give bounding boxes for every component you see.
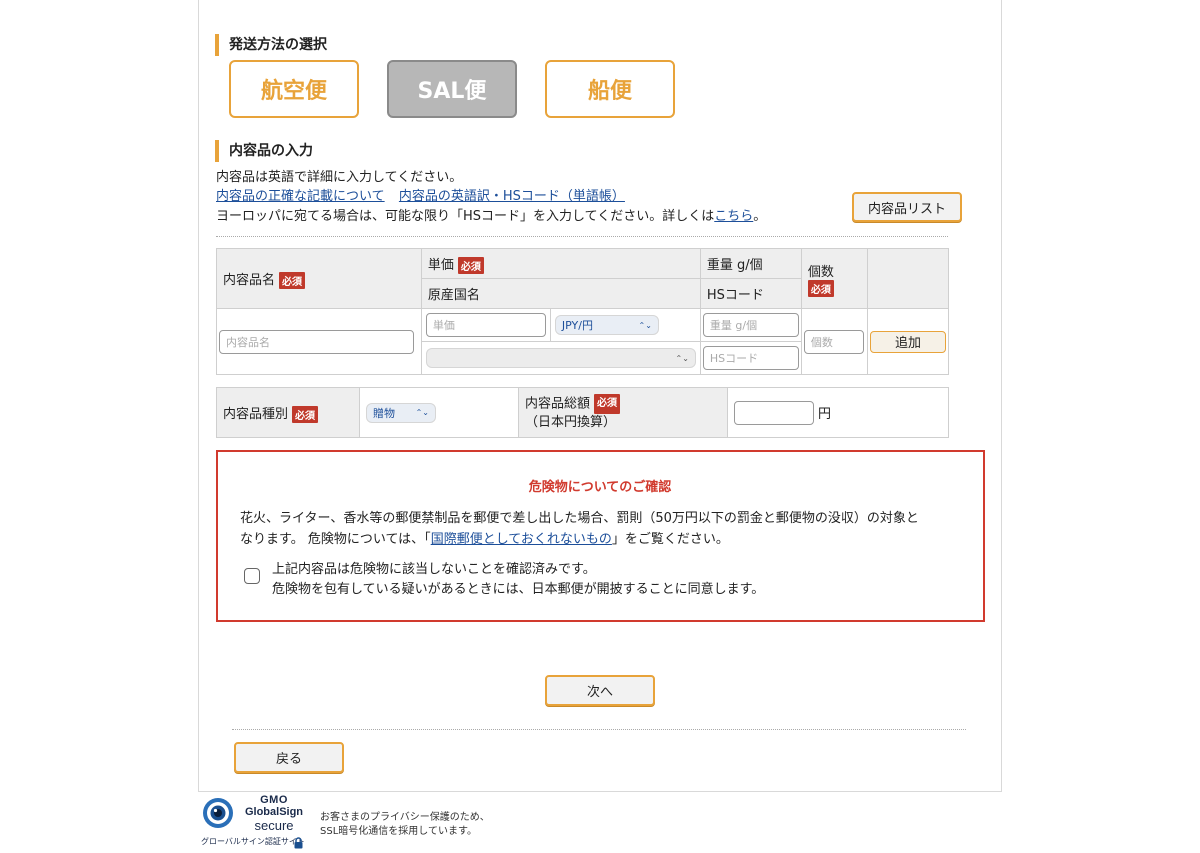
divider <box>216 236 948 237</box>
type-label-cell: 内容品種別 必須 <box>216 387 360 438</box>
total-label: 内容品総額 <box>525 396 591 411</box>
sal-mail-button: SAL便 <box>387 60 517 118</box>
next-button[interactable]: 次へ <box>545 675 655 706</box>
header-name: 内容品名 必須 <box>216 248 422 309</box>
europe-note: ヨーロッパに宛てる場合は、可能な限り「HSコード」を入力してください。詳しくはこ… <box>216 205 766 224</box>
warning-line2: なります。 危険物については、「国際郵便としておくれないもの」をご覧ください。 <box>240 528 729 547</box>
quantity-input[interactable]: 個数 <box>803 329 864 354</box>
prohibited-items-link[interactable]: 国際郵便としておくれないもの <box>431 532 612 547</box>
total-sublabel: （日本円換算） <box>525 414 617 430</box>
brand-bot: secure <box>254 818 294 833</box>
shipping-section-title: 発送方法の選択 <box>215 34 327 56</box>
globalsign-logo: GMO GlobalSign secure <box>238 794 310 833</box>
header-qty: 個数 必須 <box>800 248 868 309</box>
privacy-text-1: お客さまのプライバシー保護のため、 <box>320 812 490 823</box>
header-qty-label: 個数 <box>807 264 834 280</box>
add-button[interactable]: 追加 <box>869 330 946 353</box>
contents-list-button[interactable]: 内容品リスト <box>852 192 962 222</box>
summary-table: 内容品種別 必須 贈物 ⌃⌄ 内容品総額 必須 （日本円換算） 円 <box>216 387 949 438</box>
required-badge: 必須 <box>279 271 306 289</box>
required-badge: 必須 <box>594 393 621 414</box>
check-text-2: 危険物を包有している疑いがあるときには、日本郵便が開披することに同意します。 <box>272 582 765 597</box>
total-amount-input[interactable] <box>734 400 814 425</box>
header-price: 単価 必須 <box>420 248 701 279</box>
total-label-cell: 内容品総額 必須 （日本円換算） <box>518 387 728 438</box>
check-text-1: 上記内容品は危険物に該当しないことを確認済みです。 <box>272 562 596 577</box>
weight-input[interactable]: 重量 g/個 <box>702 313 799 337</box>
yen-unit: 円 <box>818 407 832 422</box>
sea-mail-button[interactable]: 船便 <box>545 60 675 118</box>
header-empty <box>866 248 950 309</box>
dangerous-goods-checkbox[interactable] <box>244 568 260 584</box>
currency-cell: JPY/円 ⌃⌄ <box>549 308 701 342</box>
contents-intro: 内容品は英語で詳細に入力してください。 <box>216 170 463 185</box>
europe-note-text: ヨーロッパに宛てる場合は、可能な限り「HSコード」を入力してください。詳しくは <box>216 209 715 224</box>
privacy-text-2: SSL暗号化通信を採用しています。 <box>320 826 477 837</box>
accurate-description-link[interactable]: 内容品の正確な記載について <box>216 189 385 204</box>
hs-code-input[interactable]: HSコード <box>702 346 799 370</box>
lock-icon <box>294 834 303 849</box>
header-weight: 重量 g/個 <box>699 248 802 279</box>
air-mail-button[interactable]: 航空便 <box>229 60 359 118</box>
header-hs: HSコード <box>699 278 802 309</box>
qty-cell: 個数 <box>800 308 868 375</box>
currency-value: JPY/円 <box>561 319 593 332</box>
required-badge: 必須 <box>292 405 319 423</box>
chevron-updown-icon: ⌃⌄ <box>415 408 429 417</box>
required-badge: 必須 <box>807 279 834 297</box>
origin-country-select[interactable]: ⌃⌄ <box>425 348 696 368</box>
warning-line2-post: 」をご覧ください。 <box>611 532 729 547</box>
type-label: 内容品種別 <box>223 406 289 422</box>
currency-select[interactable]: JPY/円 ⌃⌄ <box>554 315 659 335</box>
content-type-value: 贈物 <box>373 406 395 420</box>
hs-code-glossary-link[interactable]: 内容品の英語訳・HSコード（単語帳） <box>399 189 625 204</box>
brand-mid: GlobalSign <box>244 806 304 818</box>
total-input-cell: 円 <box>727 387 949 438</box>
globalsign-caption: グローバルサイン認証サイト <box>201 837 305 846</box>
chevron-updown-icon: ⌃⌄ <box>675 353 689 363</box>
divider <box>232 729 966 730</box>
contents-links: 内容品の正確な記載について 内容品の英語訳・HSコード（単語帳） <box>216 185 625 204</box>
europe-details-link[interactable]: こちら <box>714 209 753 224</box>
unit-price-input[interactable]: 単価 <box>425 313 546 337</box>
brand-top: GMO <box>260 794 288 806</box>
chevron-updown-icon: ⌃⌄ <box>638 320 652 330</box>
warning-title: 危険物についてのご確認 <box>528 480 672 495</box>
header-price-label: 単価 <box>427 257 454 273</box>
contents-table: 内容品名 必須 単価 必須 重量 g/個 個数 必須 原産国名 HSコード 内容品名 … <box>216 248 950 375</box>
header-origin: 原産国名 <box>420 278 701 309</box>
eye-logo-icon <box>202 797 234 829</box>
origin-cell: ⌃⌄ <box>420 341 701 375</box>
header-name-label: 内容品名 <box>223 272 276 288</box>
contents-section-title: 内容品の入力 <box>215 140 313 162</box>
europe-note-end: 。 <box>753 209 767 224</box>
required-badge: 必須 <box>457 256 484 274</box>
hs-cell: HSコード <box>699 341 802 375</box>
price-cell: 単価 <box>420 308 551 342</box>
add-cell: 追加 <box>866 308 950 375</box>
type-select-cell: 贈物 ⌃⌄ <box>359 387 519 438</box>
back-button[interactable]: 戻る <box>234 742 344 773</box>
weight-cell: 重量 g/個 <box>699 308 802 342</box>
name-cell: 内容品名 <box>216 308 422 375</box>
content-type-select[interactable]: 贈物 ⌃⌄ <box>366 402 436 423</box>
warning-line1: 花火、ライター、香水等の郵便禁制品を郵便で差し出した場合、罰則（50万円以下の罰… <box>240 511 919 526</box>
content-name-input[interactable]: 内容品名 <box>219 329 414 354</box>
warning-line2-pre: なります。 危険物については、「 <box>240 532 431 547</box>
